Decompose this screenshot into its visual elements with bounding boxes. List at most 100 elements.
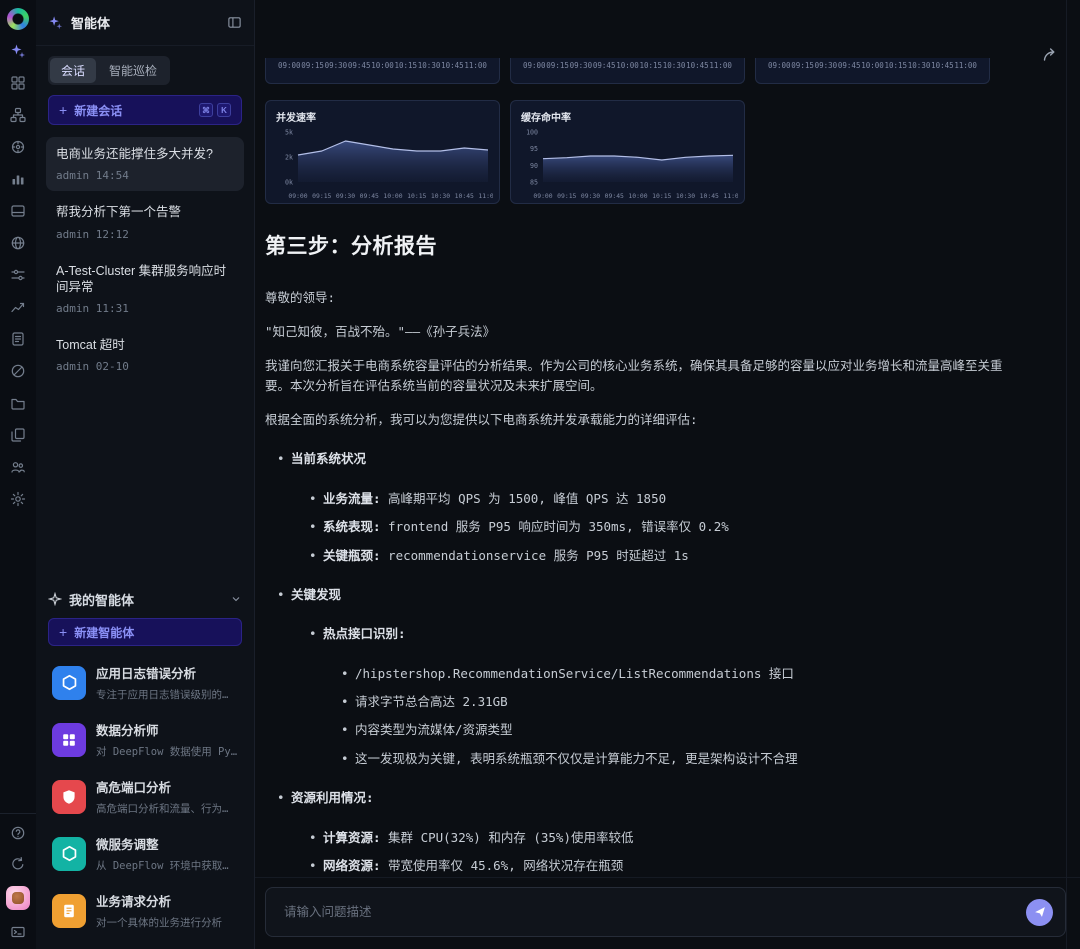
report-heading: 第三步：分析报告 [265,235,437,258]
conversation-item[interactable]: A-Test-Cluster 集群服务响应时间异常 admin 11:31 [46,254,244,325]
report-bullet: • 关键发现 [265,585,1017,604]
agent-text: 业务请求分析 对一个具体的业务进行分析 [96,891,222,930]
svg-text:10:45: 10:45 [455,192,474,200]
agent-description: 从 DeepFlow 环境中获取真实… [96,860,238,872]
right-divider [1066,0,1067,949]
report-paragraph: 尊敬的领导: [265,289,336,305]
x-tick: 10:45 [686,61,709,70]
svg-text:10:00: 10:00 [628,192,647,200]
x-axis-ticks: 09:00 09:15 09:30 09:45 10:00 10:15 10:30 10:45… [768,61,977,70]
report-bullet: • 当前系统状况 [265,449,1017,468]
bullet-text: 系统表现: frontend 服务 P95 响应时间为 350ms, 错误率仅 … [323,519,729,535]
users-icon[interactable] [9,458,27,476]
svg-text:09:45: 09:45 [605,192,624,200]
svg-text:09:30: 09:30 [336,192,355,200]
dashboard-icon[interactable] [9,74,27,92]
report-bullet: • 系统表现: frontend 服务 P95 响应时间为 350ms, 错误率仅… [265,517,1017,536]
area-chart: 5k 2k 0k 09:00 09:15 09:30 09:45 10:00 10:15 10:3… [285,129,498,201]
globe-icon[interactable] [9,234,27,252]
agent-item[interactable]: 应用日志错误分析 专注于应用日志错误级别的分析 [46,654,244,711]
kbd-hint: K [217,103,231,117]
logs-icon[interactable] [9,330,27,348]
question-input[interactable] [282,904,1016,920]
bullet-dot: • [277,451,285,467]
conversation-item[interactable]: 电商业务还能撑住多大并发? admin 14:54 [46,137,244,192]
area-chart: 100 95 90 85 09:00 09:15 09:30 09:45 10:00 10:15 1… [526,129,743,201]
agent-sparkle-icon [48,15,63,30]
shield-agent-icon [52,779,86,814]
plus-icon: + [59,102,68,118]
report-bullet: • 网络资源: 带宽使用率仅 45.6%, 网络状况存在瓶颈 [265,856,1017,875]
x-tick: 09:15 [546,61,569,70]
send-button[interactable] [1026,898,1053,926]
report-bullet: • 请求字节总合高达 2.31GB [265,692,1017,711]
bullet-text: 计算资源: 集群 CPU(32%) 和内存 (35%)使用率较低 [323,829,634,845]
bullet-dot: • [309,857,317,873]
new-conversation-button[interactable]: + 新建会话 ⌘ K [48,95,242,125]
agent-item[interactable]: 数据分析师对 DeepFlow 数据使用 Pytho… [46,711,244,768]
input-bar [265,887,1066,937]
block-icon[interactable] [9,362,27,380]
svg-text:09:00: 09:00 [533,192,552,200]
agent-text: 高危端口分析 高危端口分析和流量、行为分析 [96,777,238,816]
agent-text: 微服务调整从 DeepFlow 环境中获取真实… [96,834,238,873]
x-tick: 11:00 [709,61,732,70]
conversation-item[interactable]: 帮我分析下第一个告警 admin 12:12 [46,195,244,249]
rail-bottom-group [0,813,36,949]
agent-item[interactable]: 高危端口分析 高危端口分析和流量、行为分析 [46,768,244,825]
agent-description: 高危端口分析和流量、行为分析 [96,803,238,815]
agent-item[interactable]: 业务请求分析 对一个具体的业务进行分析 [46,882,244,939]
rail-icon-group [9,42,27,508]
sidebar-tab-1[interactable]: 智能巡检 [98,58,168,83]
user-avatar[interactable] [6,886,30,910]
agent-item[interactable]: 微服务调整从 DeepFlow 环境中获取真实… [46,825,244,882]
report-paragraph: 我谨向您汇报关于电商系统容量评估的分析结果。作为公司的核心业务系统，确保其具备足… [265,358,1003,393]
console-icon[interactable] [9,923,27,941]
topology-icon[interactable] [9,106,27,124]
x-tick: 10:45 [441,61,464,70]
trend-icon[interactable] [9,298,27,316]
svg-text:100: 100 [526,129,538,137]
x-tick: 09:30 [324,61,348,70]
help-icon[interactable] [9,824,27,842]
chart-strip-row: 09:00 09:15 09:30 09:45 10:00 10:15 10:30 10:45… [265,58,1020,84]
sidebar-tab-0[interactable]: 会话 [50,58,97,83]
services-icon[interactable] [9,138,27,156]
x-tick: 09:30 [569,61,593,70]
svg-text:90: 90 [530,162,538,170]
svg-text:95: 95 [530,145,538,153]
x-tick: 10:00 [616,61,639,70]
new-agent-button[interactable]: + 新建智能体 [48,618,242,646]
kbd-hint: ⌘ [199,103,213,117]
partial-chart-card: 09:00 09:15 09:30 09:45 10:00 10:15 10:30 10:45… [265,58,500,84]
panel-icon[interactable] [9,202,27,220]
conversation-title: 帮我分析下第一个告警 [56,205,182,220]
conversation-item[interactable]: Tomcat 超时 admin 02-10 [46,328,244,382]
tune-icon[interactable] [9,266,27,284]
agent-list: 应用日志错误分析 专注于应用日志错误级别的分析 数据分析师对 DeepFlow 数据… [46,654,244,939]
refresh-icon[interactable] [9,855,27,873]
conversation-meta: admin 11:31 [56,302,129,315]
agents-icon[interactable] [9,42,27,60]
bar-chart-icon[interactable] [9,170,27,188]
conversation-meta: admin 12:12 [56,227,129,241]
bullet-dot: • [341,665,349,681]
chevron-down-icon[interactable] [230,593,242,605]
app-logo-icon[interactable] [7,8,29,30]
settings-icon[interactable] [9,490,27,508]
x-tick: 09:30 [814,61,838,70]
bullet-text: 关键发现 [291,586,342,602]
report-bullet: • /hipstershop.RecommendationService/List… [265,664,1017,683]
bullet-text: 业务流量: 高峰期平均 QPS 为 1500, 峰值 QPS 达 1850 [323,490,667,506]
share-forward-icon[interactable] [1042,47,1058,68]
svg-text:09:45: 09:45 [360,192,379,200]
bullet-dot: • [277,586,285,602]
grid-agent-icon [52,722,86,757]
conversation-title: A-Test-Cluster 集群服务响应时间异常 [56,263,227,294]
copy-icon[interactable] [9,426,27,444]
x-tick: 10:15 [639,61,663,70]
svg-text:5k: 5k [285,129,293,137]
collapse-sidebar-icon[interactable] [227,15,242,30]
folder-icon[interactable] [9,394,27,412]
bullet-dot: • [309,547,317,563]
